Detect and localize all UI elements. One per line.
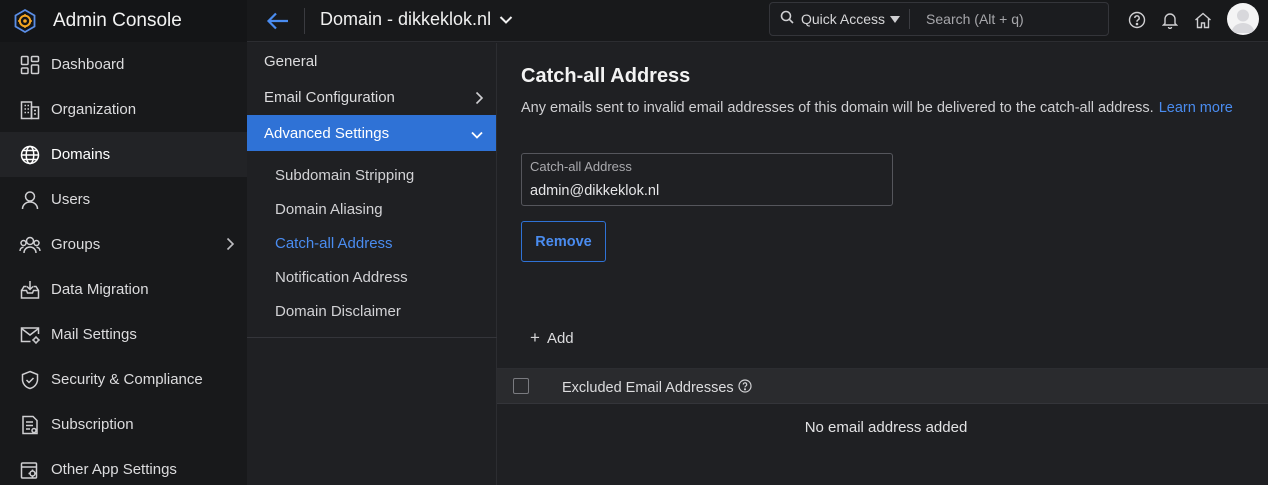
- avatar[interactable]: [1227, 3, 1259, 35]
- sidebar-item-groups[interactable]: Groups: [0, 222, 247, 267]
- help-icon[interactable]: [1127, 10, 1147, 30]
- sidebar-item-label: Dashboard: [51, 56, 125, 73]
- remove-button[interactable]: Remove: [521, 221, 606, 262]
- subnav-notification-address[interactable]: Notification Address: [247, 260, 496, 294]
- sidebar-item-label: Subscription: [51, 416, 134, 433]
- subnav-domain-aliasing[interactable]: Domain Aliasing: [247, 192, 496, 226]
- catch-all-address-input[interactable]: [530, 183, 870, 199]
- empty-state-message: No email address added: [804, 419, 968, 436]
- page-description: Any emails sent to invalid email address…: [521, 100, 1233, 116]
- subnav-subdomain-stripping[interactable]: Subdomain Stripping: [247, 158, 496, 192]
- apps-settings-icon: [19, 459, 41, 481]
- main-sidebar: Admin Console Dashboard Organization Dom…: [0, 0, 247, 485]
- sidebar-item-users[interactable]: Users: [0, 177, 247, 222]
- column-header-label: Excluded Email Addresses: [562, 380, 734, 396]
- help-icon[interactable]: [738, 379, 752, 397]
- sidebar-item-security-compliance[interactable]: Security & Compliance: [0, 357, 247, 402]
- sidebar-item-dashboard[interactable]: Dashboard: [0, 42, 247, 87]
- top-divider: [304, 8, 305, 34]
- search-input[interactable]: [926, 11, 1102, 27]
- learn-more-link[interactable]: Learn more: [1159, 100, 1233, 116]
- subnav-domain-disclaimer[interactable]: Domain Disclaimer: [247, 294, 496, 328]
- dashboard-icon: [19, 54, 41, 76]
- sidebar-item-label: Other App Settings: [51, 461, 177, 478]
- brand-header[interactable]: Admin Console: [0, 0, 247, 42]
- chevron-right-icon: [474, 91, 484, 109]
- settings-subnav: General Email Configuration Advanced Set…: [247, 43, 497, 485]
- column-header: Excluded Email Addresses: [562, 379, 752, 397]
- shield-icon: [19, 369, 41, 391]
- subnav-advanced-settings[interactable]: Advanced Settings: [247, 115, 496, 151]
- sidebar-item-label: Security & Compliance: [51, 371, 203, 388]
- sidebar-item-domains[interactable]: Domains: [0, 132, 247, 177]
- sidebar-item-label: Groups: [51, 236, 101, 253]
- sidebar-item-organization[interactable]: Organization: [0, 87, 247, 132]
- sidebar-item-mail-settings[interactable]: Mail Settings: [0, 312, 247, 357]
- mail-settings-icon: [19, 324, 41, 346]
- plus-icon: +: [530, 328, 540, 347]
- add-label: Add: [546, 329, 574, 347]
- sidebar-item-label: Mail Settings: [51, 326, 137, 343]
- subnav-divider: [247, 337, 497, 338]
- back-button[interactable]: [265, 8, 291, 34]
- subnav-email-configuration[interactable]: Email Configuration: [247, 79, 496, 115]
- page-title: Domain - dikkeklok.nl: [320, 9, 492, 29]
- chevron-right-icon: [225, 237, 235, 256]
- home-icon[interactable]: [1193, 10, 1213, 30]
- search-divider: [909, 9, 911, 29]
- sidebar-item-data-migration[interactable]: Data Migration: [0, 267, 247, 312]
- subnav-label: Email Configuration: [264, 88, 395, 106]
- user-avatar-icon: [1231, 9, 1255, 33]
- sidebar-item-label: Users: [51, 191, 91, 208]
- subnav-general[interactable]: General: [247, 43, 496, 79]
- building-icon: [19, 99, 41, 121]
- sidebar-item-label: Data Migration: [51, 281, 149, 298]
- app-title: Admin Console: [53, 10, 182, 31]
- sidebar-item-label: Organization: [51, 101, 137, 118]
- caret-down-icon: [890, 10, 901, 28]
- sidebar-item-other-app-settings[interactable]: Other App Settings: [0, 447, 247, 485]
- page-heading: Catch-all Address: [521, 65, 691, 87]
- chevron-down-icon: [470, 127, 484, 144]
- search-icon: [780, 10, 794, 29]
- domain-switcher[interactable]: Domain - dikkeklok.nl: [320, 9, 513, 30]
- document-icon: [19, 414, 41, 436]
- search-bar: Quick Access: [769, 2, 1109, 36]
- quick-access-label: Quick Access: [801, 11, 886, 27]
- bell-icon[interactable]: [1160, 10, 1180, 30]
- top-bar: Domain - dikkeklok.nl Quick Access: [247, 0, 1268, 42]
- catch-all-address-field[interactable]: Catch-all Address: [521, 153, 893, 206]
- select-all-checkbox[interactable]: [513, 378, 529, 394]
- user-icon: [19, 189, 41, 211]
- groups-icon: [19, 234, 41, 256]
- subnav-catch-all-address[interactable]: Catch-all Address: [247, 226, 496, 260]
- main-content: Catch-all Address Any emails sent to inv…: [497, 43, 1268, 485]
- globe-icon: [19, 144, 41, 166]
- subnav-label: Advanced Settings: [264, 124, 390, 142]
- arrow-left-icon: [266, 12, 288, 30]
- add-button[interactable]: + Add: [530, 328, 574, 348]
- excluded-table-header: Excluded Email Addresses: [497, 368, 1268, 404]
- sidebar-item-subscription[interactable]: Subscription: [0, 402, 247, 447]
- admin-console-logo-icon: [12, 8, 38, 34]
- chevron-down-icon: [499, 9, 513, 30]
- quick-access-dropdown[interactable]: Quick Access: [770, 3, 901, 35]
- description-text: Any emails sent to invalid email address…: [521, 100, 1154, 116]
- sidebar-item-label: Domains: [51, 146, 111, 163]
- field-label: Catch-all Address: [530, 159, 632, 174]
- inbox-import-icon: [19, 279, 41, 301]
